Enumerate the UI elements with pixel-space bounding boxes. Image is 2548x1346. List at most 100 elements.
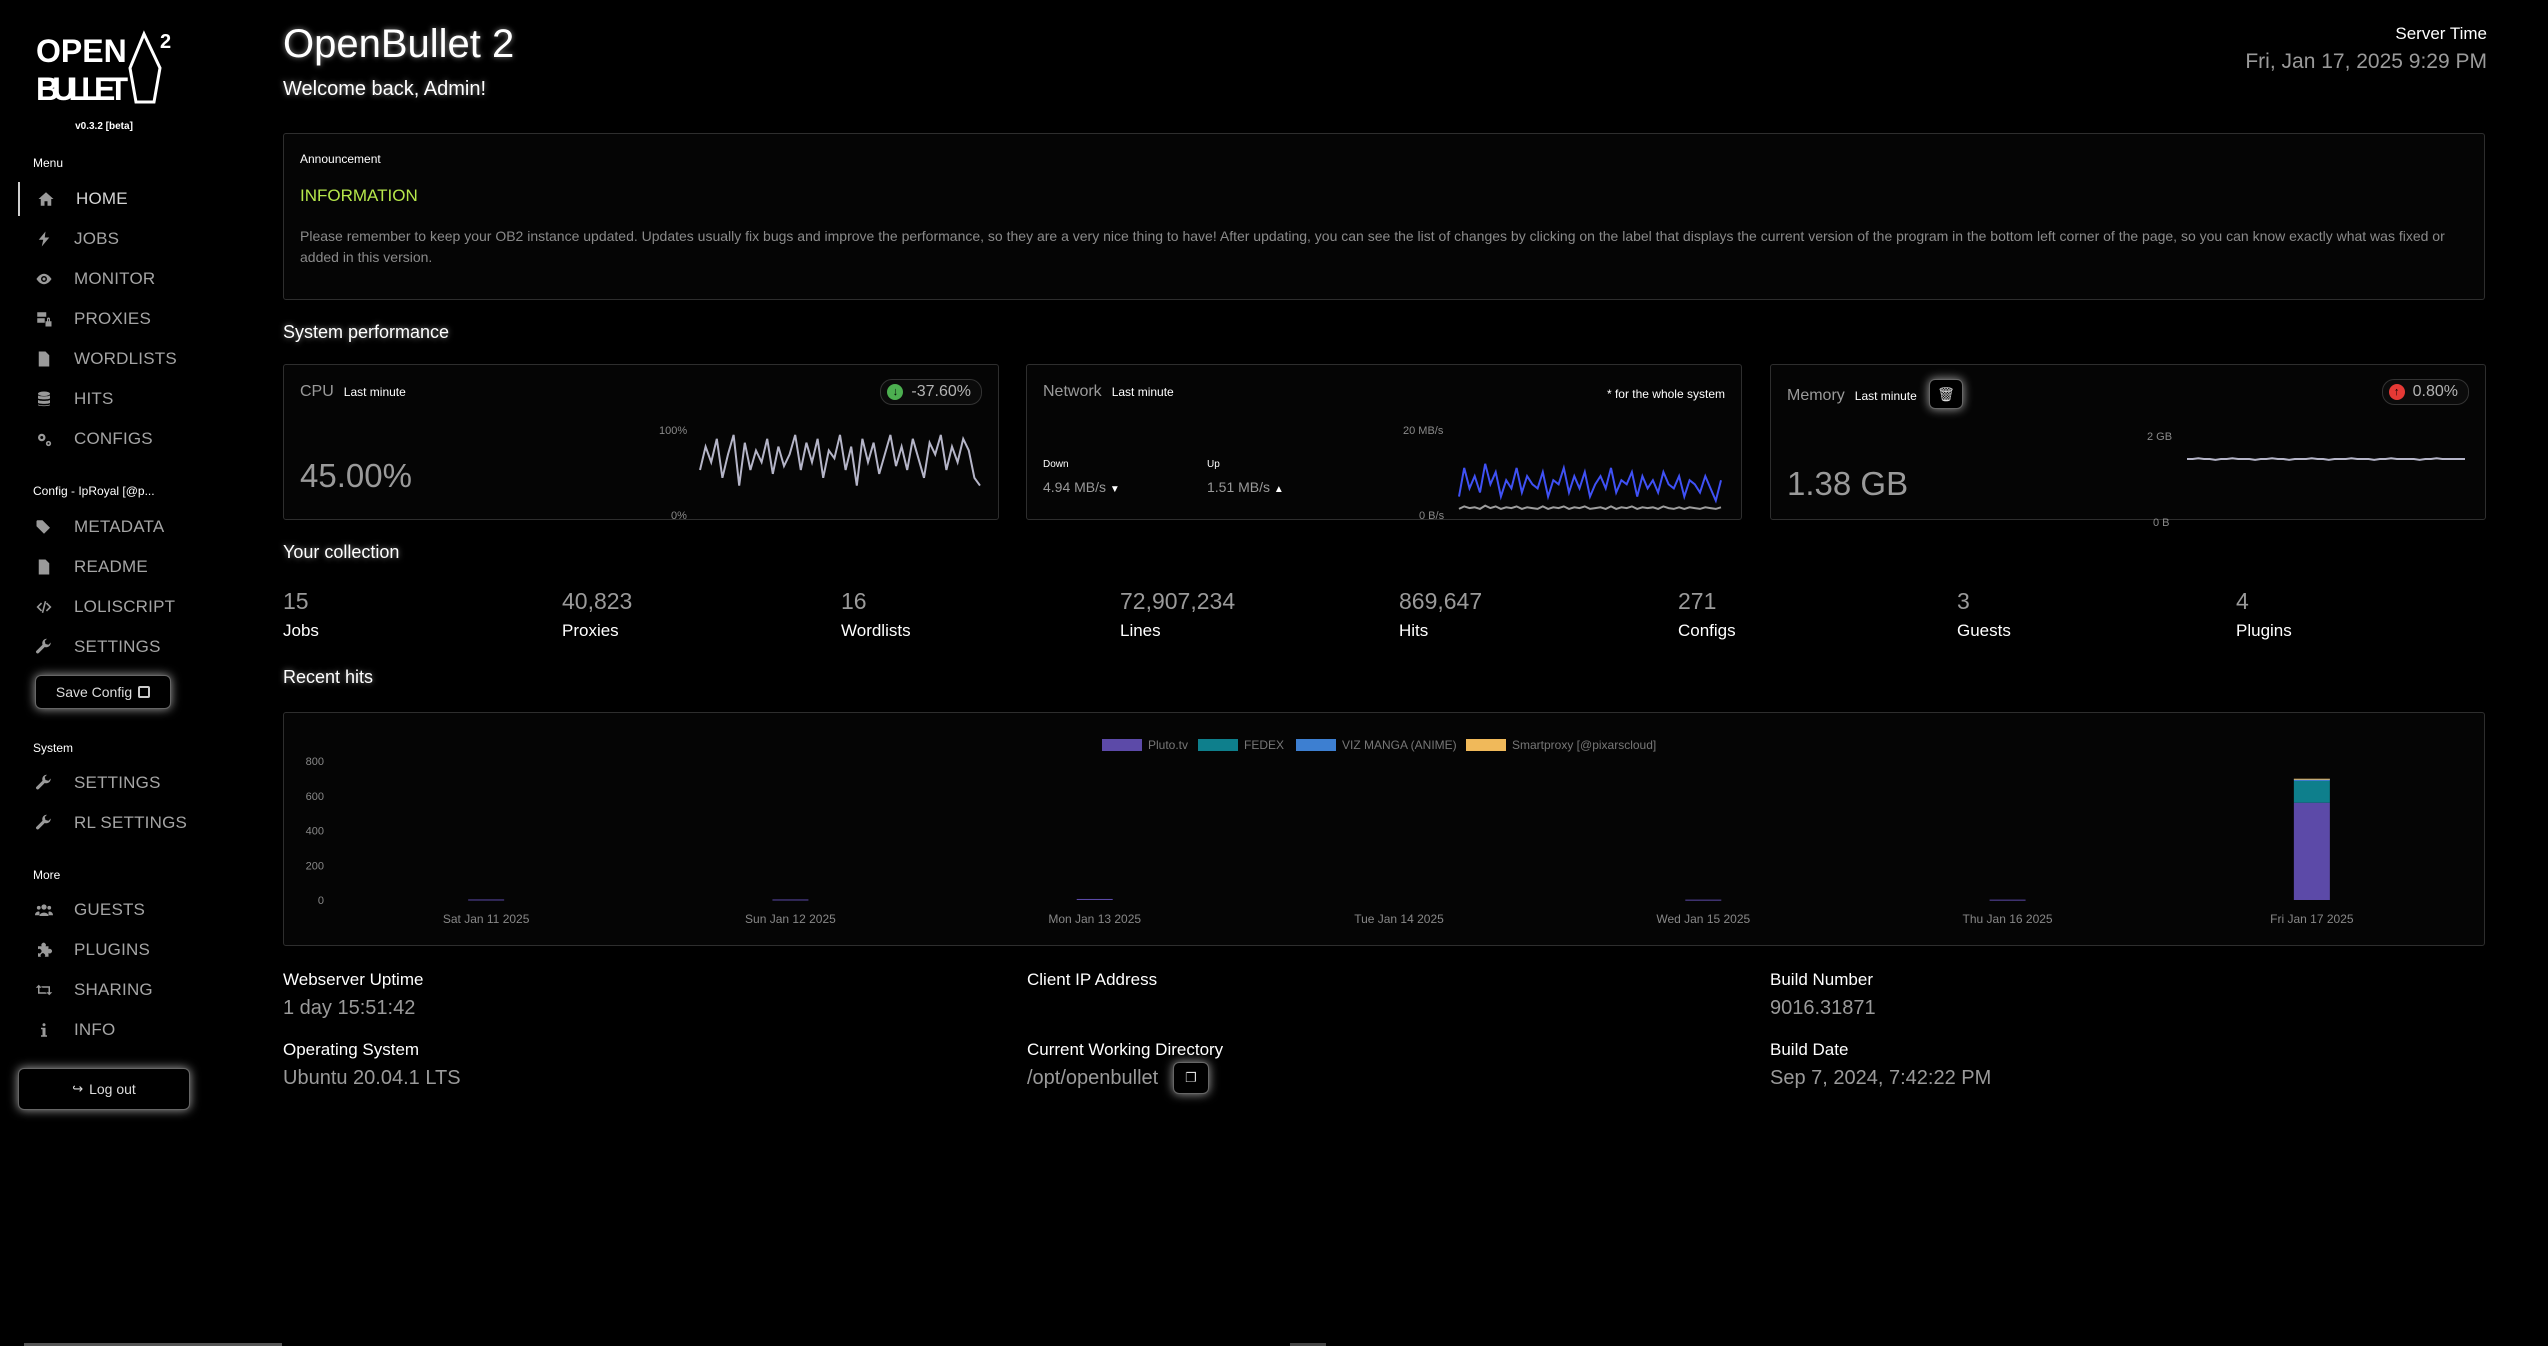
legend-label: VIZ MANGA (ANIME) [1342, 738, 1457, 752]
hit-bar-segment [2293, 780, 2330, 803]
cpu-change-badge: ↓ -37.60% [880, 379, 982, 405]
nav-info[interactable]: INFO [18, 1013, 218, 1047]
nav-readme[interactable]: README [18, 550, 218, 584]
cwd-value: /opt/openbullet [1027, 1067, 1159, 1089]
collection-lines-label: Lines [1120, 621, 1161, 640]
y-tick-label: 800 [306, 756, 324, 768]
collection-wordlists-value: 16 [841, 588, 867, 614]
collection-hits-value: 869,647 [1399, 588, 1483, 614]
network-y-max: 20 MB/s [1403, 425, 1444, 437]
network-down-text: 4.94 MB/s [1043, 479, 1107, 495]
announcement-label: Announcement [300, 152, 381, 166]
nav-home[interactable]: HOME [18, 182, 220, 216]
logout-icon: ↪ [72, 1081, 84, 1096]
users-icon [32, 898, 56, 922]
build-number-value: 9016.31871 [1770, 997, 1876, 1019]
system-performance-heading: System performance [283, 322, 450, 342]
page-title: OpenBullet 2 [283, 22, 515, 66]
cpu-title-text: CPU [300, 383, 334, 400]
collection-proxies-label: Proxies [562, 621, 619, 640]
cpu-line [699, 434, 981, 487]
y-tick-label: 600 [306, 791, 324, 803]
chart-y-axis: 800 600 400 200 0 [306, 756, 324, 907]
collection-proxies-value: 40,823 [562, 588, 633, 614]
nav-system-settings[interactable]: SETTINGS [18, 766, 218, 800]
file-icon [32, 555, 56, 579]
wrench-icon [32, 811, 56, 835]
hit-bar-segment [468, 899, 505, 901]
nav-guests[interactable]: GUESTS [18, 893, 218, 927]
nav-sharing[interactable]: SHARING [18, 973, 218, 1007]
cpu-y-max: 100% [659, 425, 688, 437]
announcement-card: Announcement INFORMATION Please remember… [283, 133, 2485, 300]
server-lock-icon [32, 307, 56, 331]
cwd-label: Current Working Directory [1027, 1040, 1224, 1059]
nav-plugins-label: PLUGINS [74, 940, 151, 959]
arrow-down-icon: ↓ [887, 384, 904, 400]
nav-config-settings[interactable]: SETTINGS [18, 630, 218, 664]
hit-bar-segment [2293, 778, 2330, 780]
nav-proxies[interactable]: PROXIES [18, 302, 218, 336]
collection-plugins-value: 4 [2236, 588, 2249, 614]
network-up-value: 1.51 MB/s ▲ [1207, 479, 1284, 495]
nav-monitor[interactable]: MONITOR [18, 262, 218, 296]
nav-configs[interactable]: CONFIGS [18, 422, 218, 456]
nav-jobs[interactable]: JOBS [18, 222, 218, 256]
network-sparkline [1458, 463, 1722, 510]
build-date-value: Sep 7, 2024, 7:42:22 PM [1770, 1067, 1992, 1089]
memory-change-badge: ↑ 0.80% [2381, 379, 2469, 405]
network-down-line [1458, 463, 1722, 504]
openbullet-logo[interactable]: OPEN BULLET 2 [36, 28, 176, 106]
nav-metadata[interactable]: METADATA [18, 510, 218, 544]
network-up-line [1458, 504, 1722, 510]
database-icon [32, 387, 56, 411]
nav-rl-settings[interactable]: RL SETTINGS [18, 806, 218, 840]
collection-jobs: 15 Jobs [283, 588, 319, 641]
nav-hits[interactable]: HITS [18, 382, 218, 416]
os-label: Operating System [283, 1040, 420, 1059]
memory-range: Last minute [1854, 389, 1917, 403]
logout-button[interactable]: ↪ Log out [18, 1068, 190, 1110]
save-config-button[interactable]: Save Config [35, 675, 171, 709]
version-label[interactable]: v0.3.2 [beta] [0, 121, 208, 132]
copy-icon: ❐ [1185, 1070, 1197, 1085]
file-icon [32, 347, 56, 371]
server-time: Fri, Jan 17, 2025 9:29 PM [2245, 50, 2487, 73]
collection-guests: 3 Guests [1957, 588, 2011, 641]
network-range: Last minute [1111, 385, 1174, 399]
nav-plugins[interactable]: PLUGINS [18, 933, 218, 967]
uptime-label: Webserver Uptime [283, 970, 424, 989]
os-value: Ubuntu 20.04.1 LTS [283, 1067, 461, 1089]
bolt-icon [32, 227, 56, 251]
nav-system-settings-label: SETTINGS [74, 773, 161, 792]
wrench-icon [32, 771, 56, 795]
garbage-collect-button[interactable]: 🗑 [1929, 379, 1963, 409]
network-y-min: 0 B/s [1419, 510, 1445, 522]
legend-swatch [1296, 739, 1336, 751]
recent-hits-chart: Pluto.tv FEDEX VIZ MANGA (ANIME) Smartproxy… [306, 738, 2354, 926]
legend-label: Pluto.tv [1148, 738, 1188, 752]
hit-bar-segment [2293, 802, 2330, 900]
memory-line [2187, 457, 2465, 461]
nav-jobs-label: JOBS [74, 229, 120, 248]
memory-y-min: 0 B [2153, 517, 2170, 529]
sidebar: OPEN BULLET 2 v0.3.2 [beta] Menu HOME JO… [0, 0, 240, 1346]
build-date-label: Build Date [1770, 1040, 1849, 1059]
nav-monitor-label: MONITOR [74, 269, 156, 288]
menu-section-title: Menu [33, 156, 64, 170]
collection-configs-value: 271 [1678, 588, 1717, 614]
caret-down-icon: ▼ [1109, 484, 1120, 495]
collection-wordlists: 16 Wordlists [841, 588, 911, 641]
nav-wordlists[interactable]: WORDLISTS [18, 342, 218, 376]
eye-icon [32, 267, 56, 291]
network-card: Network Last minute * for the whole syste… [1026, 364, 1742, 522]
network-title: Network Last minute [1043, 383, 1174, 401]
copy-cwd-button[interactable]: ❐ [1173, 1062, 1209, 1094]
nav-loliscript[interactable]: LOLISCRIPT [18, 590, 218, 624]
build-number-label: Build Number [1770, 970, 1873, 989]
network-up-text: 1.51 MB/s [1207, 479, 1271, 495]
wrench-icon [32, 635, 56, 659]
collection-guests-value: 3 [1957, 588, 1970, 614]
collection-jobs-label: Jobs [283, 621, 319, 640]
memory-title: Memory Last minute [1787, 387, 1917, 405]
